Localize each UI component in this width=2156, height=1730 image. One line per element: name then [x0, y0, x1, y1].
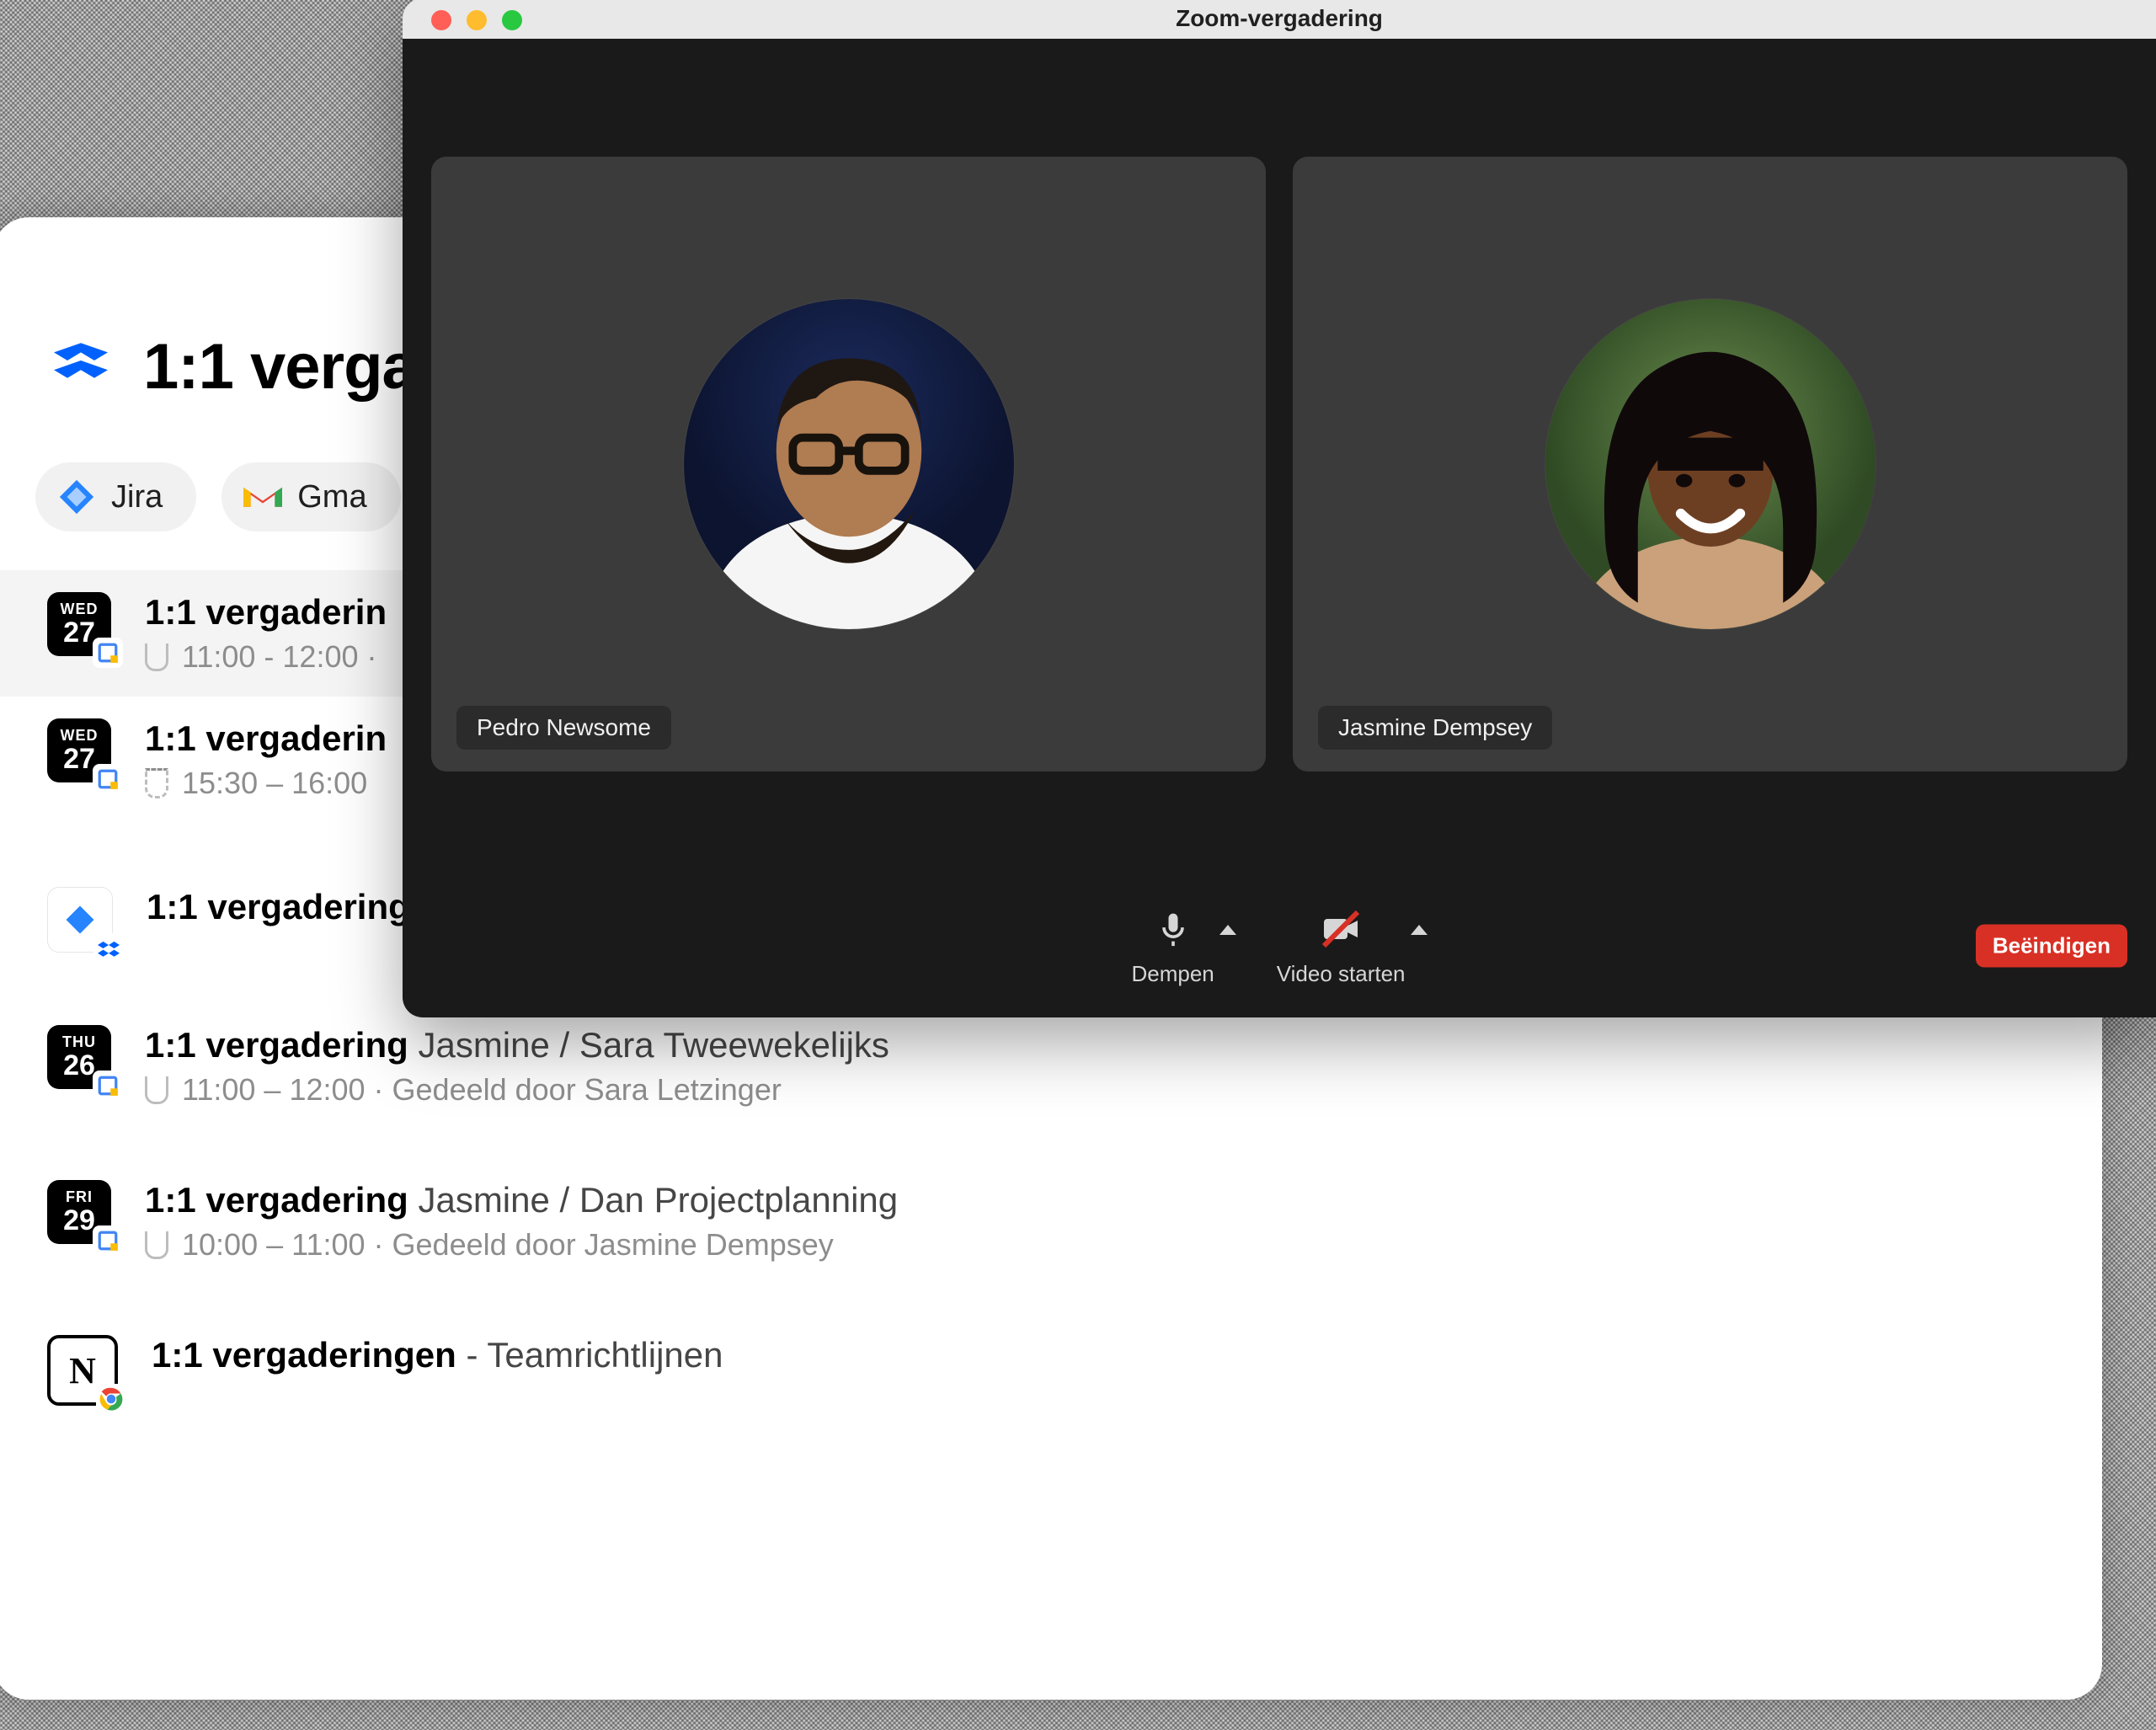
chip-label: Gma	[297, 479, 366, 515]
dash-logo-icon	[47, 334, 115, 401]
result-title: 1:1 vergaderin	[145, 592, 387, 633]
avatar	[1545, 299, 1876, 629]
notion-icon: N	[47, 1335, 118, 1406]
chip-label: Jira	[111, 479, 163, 515]
calendar-date-icon: THU 26	[47, 1025, 111, 1089]
google-calendar-badge-icon	[94, 766, 121, 793]
zoom-body: Pedro Newsome Jasmine	[403, 39, 2156, 1017]
participants-grid: Pedro Newsome Jasmine	[403, 39, 2156, 874]
list-item[interactable]: THU 26 1:1 vergadering Jasmine / Sara Tw…	[0, 1003, 2102, 1129]
mute-options-chevron-icon[interactable]	[1219, 925, 1236, 935]
participant-name-label: Pedro Newsome	[456, 706, 671, 750]
result-subtitle: 11:00 - 12:00 ·	[145, 639, 387, 675]
attachment-icon	[145, 1076, 168, 1104]
result-title: 1:1 vergaderin	[145, 718, 387, 759]
start-video-button[interactable]: Video starten	[1277, 905, 1406, 987]
attachment-icon	[145, 643, 168, 671]
result-subtitle: 11:00 – 12:00 · Gedeeld door Sara Letzin…	[145, 1072, 889, 1108]
mute-button[interactable]: Dempen	[1131, 905, 1214, 987]
participant-tile[interactable]: Pedro Newsome	[431, 157, 1266, 772]
participant-tile[interactable]: Jasmine Dempsey	[1293, 157, 2127, 772]
video-off-icon	[1317, 905, 1364, 953]
fullscreen-window-icon[interactable]	[502, 10, 522, 30]
filter-chip-jira[interactable]: Jira	[35, 462, 196, 531]
list-item[interactable]: N 1:1 vergaderingen - Teamrichtlijnen	[0, 1313, 2102, 1428]
calendar-date-icon: WED 27	[47, 718, 111, 782]
video-options-chevron-icon[interactable]	[1411, 925, 1428, 935]
google-calendar-badge-icon	[94, 639, 121, 666]
gmail-icon	[243, 478, 282, 516]
minimize-window-icon[interactable]	[467, 10, 487, 30]
calendar-date-icon: WED 27	[47, 592, 111, 656]
calendar-date-icon: FRI 29	[47, 1180, 111, 1244]
close-window-icon[interactable]	[431, 10, 451, 30]
meeting-toolbar: Dempen Video starten Beëindigen	[403, 874, 2156, 1017]
zoom-meeting-window: Zoom-vergadering	[403, 0, 2156, 1017]
attachment-icon	[145, 768, 168, 798]
result-title: 1:1 vergaderingen - Teamrichtlijnen	[152, 1335, 723, 1375]
result-title: 1:1 vergadering Jasmine / Dan Projectpla…	[145, 1180, 898, 1220]
google-calendar-badge-icon	[94, 1072, 121, 1099]
filter-chip-gmail[interactable]: Gma	[221, 462, 400, 531]
participant-name-label: Jasmine Dempsey	[1318, 706, 1552, 750]
result-subtitle: 15:30 – 16:00	[145, 766, 387, 801]
file-icon	[47, 887, 113, 953]
chrome-badge-icon	[98, 1386, 125, 1412]
list-item[interactable]: FRI 29 1:1 vergadering Jasmine / Dan Pro…	[0, 1158, 2102, 1284]
attachment-icon	[145, 1231, 168, 1259]
avatar	[684, 299, 1014, 629]
result-title: 1:1 vergadering Jasmine / Sara Tweewekel…	[145, 1025, 889, 1065]
dropbox-badge-icon	[95, 935, 122, 962]
window-titlebar[interactable]: Zoom-vergadering	[403, 0, 2156, 39]
result-subtitle: 10:00 – 11:00 · Gedeeld door Jasmine Dem…	[145, 1227, 898, 1263]
end-meeting-button[interactable]: Beëindigen	[1976, 925, 2127, 968]
window-title: Zoom-vergadering	[1176, 5, 1383, 32]
window-traffic-lights[interactable]	[431, 10, 522, 30]
jira-icon	[57, 478, 96, 516]
google-calendar-badge-icon	[94, 1227, 121, 1254]
microphone-icon	[1150, 905, 1197, 953]
